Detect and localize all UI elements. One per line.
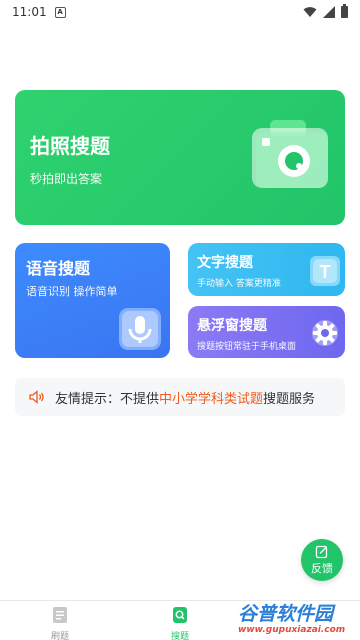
nav-label-practice: 刷题 — [50, 632, 69, 640]
voice-search-title: 语音搜题 — [26, 259, 91, 278]
camera-icon — [252, 120, 328, 188]
status-indicators — [303, 4, 348, 18]
notification-a-icon: A — [54, 6, 66, 18]
watermark-logo: 谷普软件园 www.gupuxiazai.com — [238, 604, 360, 640]
microphone-icon — [119, 308, 161, 350]
document-icon — [53, 607, 67, 623]
search-icon — [173, 607, 187, 623]
nav-item-practice[interactable]: 刷题 — [30, 606, 90, 640]
float-window-title: 悬浮窗搜题 — [197, 318, 267, 334]
voice-search-subtitle: 语音识别 操作简单 — [26, 285, 118, 298]
notice-prefix: 友情提示：不提供 — [55, 391, 160, 407]
voice-search-card[interactable]: 语音搜题 语音识别 操作简单 — [15, 243, 170, 358]
gear-icon — [312, 320, 338, 346]
text-search-subtitle: 手动输入 答案更精准 — [197, 279, 281, 289]
nav-item-search[interactable]: 搜题 — [150, 606, 210, 640]
float-window-search-card[interactable]: 悬浮窗搜题 搜题按钮常驻于手机桌面 — [188, 306, 345, 358]
float-window-subtitle: 搜题按钮常驻于手机桌面 — [197, 342, 297, 352]
text-t-letter: T — [320, 262, 331, 282]
watermark-title: 谷普软件园 — [238, 603, 334, 625]
photo-search-subtitle: 秒拍即出答案 — [30, 172, 103, 186]
text-search-card[interactable]: 文字搜题 手动输入 答案更精准 T — [188, 243, 345, 296]
wifi-icon — [303, 7, 317, 17]
signal-icon — [323, 6, 335, 18]
edit-icon — [315, 545, 328, 558]
nav-label-search: 搜题 — [170, 632, 189, 640]
notice-highlight: 中小学学科类试题 — [159, 391, 264, 407]
battery-icon — [341, 4, 348, 18]
text-t-icon: T — [309, 255, 341, 287]
feedback-button[interactable]: 反馈 — [301, 539, 343, 581]
speaker-icon — [29, 390, 44, 404]
status-bar: 11:01 A — [0, 0, 360, 24]
watermark-url: www.gupuxiazai.com — [238, 625, 346, 635]
status-time: 11:01 — [12, 5, 47, 19]
feedback-label: 反馈 — [311, 561, 333, 575]
friendly-notice: 友情提示：不提供 中小学学科类试题 搜题服务 — [15, 378, 345, 416]
photo-search-card[interactable]: 拍照搜题 秒拍即出答案 — [15, 90, 345, 225]
text-search-title: 文字搜题 — [197, 255, 253, 271]
notice-suffix: 搜题服务 — [263, 391, 316, 407]
photo-search-title: 拍照搜题 — [30, 134, 110, 158]
